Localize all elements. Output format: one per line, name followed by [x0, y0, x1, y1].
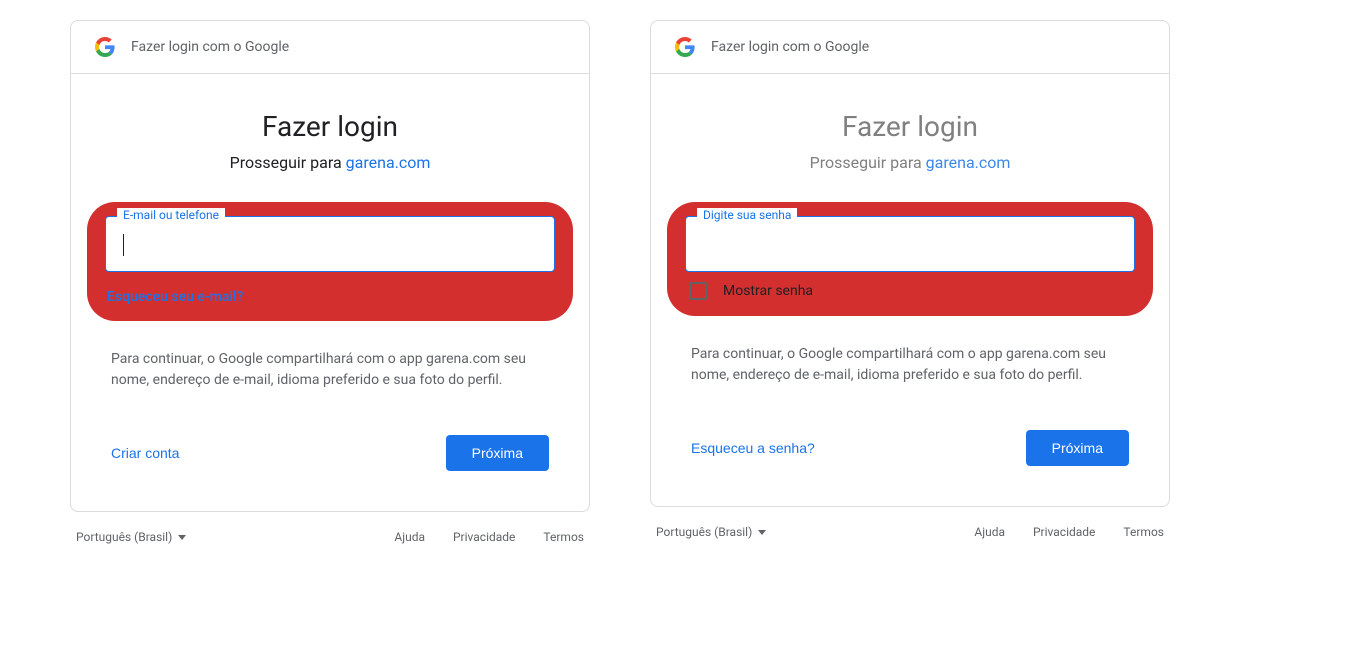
- disclosure-text: Para continuar, o Google compartilhará c…: [111, 349, 549, 391]
- email-input-wrapper: E-mail ou telefone: [105, 216, 555, 272]
- next-button[interactable]: Próxima: [446, 435, 549, 471]
- page-title: Fazer login: [111, 110, 549, 143]
- header-text: Fazer login com o Google: [711, 39, 869, 55]
- signin-card-email: Fazer login com o Google Fazer login Pro…: [70, 20, 590, 512]
- button-row: Esqueceu a senha? Próxima: [691, 430, 1129, 466]
- highlight-box: E-mail ou telefone Esqueceu seu e-mail?: [87, 202, 573, 321]
- google-logo-icon: [95, 37, 115, 57]
- language-select[interactable]: Português (Brasil): [76, 530, 186, 544]
- signin-card-password: Fazer login com o Google Fazer login Pro…: [650, 20, 1170, 507]
- create-account-button[interactable]: Criar conta: [111, 437, 179, 469]
- highlight-box: Digite sua senha Mostrar senha: [667, 202, 1153, 316]
- card-header: Fazer login com o Google: [71, 21, 589, 74]
- header-text: Fazer login com o Google: [131, 39, 289, 55]
- password-input-wrapper: Digite sua senha: [685, 216, 1135, 272]
- card-header: Fazer login com o Google: [651, 21, 1169, 74]
- subtitle: Prosseguir para garena.com: [111, 153, 549, 172]
- forgot-password-button[interactable]: Esqueceu a senha?: [691, 432, 815, 464]
- help-link[interactable]: Ajuda: [394, 530, 425, 544]
- help-link[interactable]: Ajuda: [974, 525, 1005, 539]
- footer-links: Ajuda Privacidade Termos: [394, 530, 584, 544]
- chevron-down-icon: [758, 530, 766, 535]
- disclosure-text: Para continuar, o Google compartilhará c…: [691, 344, 1129, 386]
- footer: Português (Brasil) Ajuda Privacidade Ter…: [70, 512, 590, 544]
- terms-link[interactable]: Termos: [543, 530, 584, 544]
- subtitle-prefix: Prosseguir para: [230, 153, 346, 172]
- destination-link[interactable]: garena.com: [346, 153, 431, 172]
- language-label: Português (Brasil): [76, 530, 172, 544]
- language-label: Português (Brasil): [656, 525, 752, 539]
- show-password-label: Mostrar senha: [723, 283, 813, 299]
- email-field[interactable]: [105, 216, 555, 272]
- subtitle: Prosseguir para garena.com: [691, 153, 1129, 172]
- destination-link[interactable]: garena.com: [926, 153, 1011, 172]
- show-password-row: Mostrar senha: [685, 282, 1135, 300]
- button-row: Criar conta Próxima: [111, 435, 549, 471]
- chevron-down-icon: [178, 535, 186, 540]
- text-cursor: [123, 234, 124, 256]
- privacy-link[interactable]: Privacidade: [1033, 525, 1095, 539]
- email-label: E-mail ou telefone: [117, 208, 225, 222]
- google-logo-icon: [675, 37, 695, 57]
- subtitle-prefix: Prosseguir para: [810, 153, 926, 172]
- language-select[interactable]: Português (Brasil): [656, 525, 766, 539]
- show-password-checkbox[interactable]: [689, 282, 707, 300]
- password-field[interactable]: [685, 216, 1135, 272]
- password-label: Digite sua senha: [697, 208, 797, 222]
- page-title: Fazer login: [691, 110, 1129, 143]
- forgot-email-link[interactable]: Esqueceu seu e-mail?: [105, 289, 243, 305]
- privacy-link[interactable]: Privacidade: [453, 530, 515, 544]
- footer-links: Ajuda Privacidade Termos: [974, 525, 1164, 539]
- footer: Português (Brasil) Ajuda Privacidade Ter…: [650, 507, 1170, 539]
- terms-link[interactable]: Termos: [1123, 525, 1164, 539]
- next-button[interactable]: Próxima: [1026, 430, 1129, 466]
